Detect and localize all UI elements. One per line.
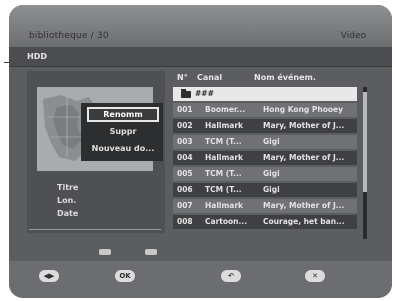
recording-event: Mary, Mother of J... bbox=[263, 121, 345, 130]
pvr-library-screen: bibliotheque / 30 Video HDD Titre Lon. D… bbox=[9, 5, 392, 298]
column-header-channel: Canal bbox=[197, 73, 223, 82]
recording-channel: Hallmark bbox=[205, 201, 244, 210]
recording-number: 005 bbox=[177, 169, 193, 178]
menu-item-new-folder[interactable]: Nouveau do... bbox=[87, 141, 159, 156]
legend-key-icon bbox=[99, 249, 111, 255]
info-date-label: Date bbox=[57, 209, 79, 218]
mode-label: Video bbox=[340, 31, 366, 41]
legend-key-icon bbox=[145, 249, 157, 255]
info-divider bbox=[29, 229, 161, 230]
recording-row[interactable]: 007 Hallmark Mary, Mother of J... bbox=[173, 199, 357, 213]
folder-name: ### bbox=[195, 89, 214, 98]
menu-item-rename[interactable]: Renomm bbox=[87, 107, 159, 122]
column-header-event: Nom événem. bbox=[254, 73, 316, 82]
recording-row[interactable]: 002 Hallmark Mary, Mother of J... bbox=[173, 119, 357, 133]
info-length-label: Lon. bbox=[57, 196, 77, 205]
window-title: bibliotheque / 30 bbox=[29, 31, 109, 41]
menu-item-delete[interactable]: Suppr bbox=[87, 124, 159, 139]
exit-button-icon: ✕ bbox=[305, 270, 325, 282]
scrollbar-thumb[interactable] bbox=[363, 92, 367, 192]
recording-event: Mary, Mother of J... bbox=[263, 153, 345, 162]
recording-channel: TCM (T... bbox=[205, 137, 242, 146]
recording-channel: Hallmark bbox=[205, 121, 244, 130]
title-bar: bibliotheque / 30 Video bbox=[9, 5, 392, 47]
folder-row[interactable]: ### bbox=[173, 87, 357, 101]
recording-event: Gigi bbox=[263, 137, 280, 146]
context-menu: Renomm Suppr Nouveau do... bbox=[81, 103, 163, 161]
recording-row[interactable]: 005 TCM (T... Gigi bbox=[173, 167, 357, 181]
recording-row[interactable]: 003 TCM (T... Gigi bbox=[173, 135, 357, 149]
info-title-label: Titre bbox=[57, 183, 79, 192]
recording-channel: TCM (T... bbox=[205, 169, 242, 178]
recording-channel: Cartoon... bbox=[205, 217, 248, 226]
recordings-list: ### 001 Boomer... Hong Kong Phooey 002 H… bbox=[173, 85, 367, 241]
button-guide-bar: ◀▶ OK ↶ ✕ bbox=[9, 261, 392, 298]
folder-icon bbox=[181, 89, 191, 98]
storage-label: HDD bbox=[27, 52, 47, 61]
recording-event: Courage, het ban... bbox=[263, 217, 345, 226]
color-key-legend bbox=[9, 245, 392, 259]
recording-event: Gigi bbox=[263, 185, 280, 194]
recording-event: Hong Kong Phooey bbox=[263, 105, 344, 114]
back-button-icon: ↶ bbox=[221, 270, 241, 282]
recording-number: 008 bbox=[177, 217, 193, 226]
recording-channel: Boomer... bbox=[205, 105, 246, 114]
recording-channel: Hallmark bbox=[205, 153, 244, 162]
recording-number: 006 bbox=[177, 185, 193, 194]
storage-bar: HDD bbox=[9, 47, 392, 67]
recording-row[interactable]: 004 Hallmark Mary, Mother of J... bbox=[173, 151, 357, 165]
recording-number: 004 bbox=[177, 153, 193, 162]
recording-row[interactable]: 006 TCM (T... Gigi bbox=[173, 183, 357, 197]
column-header-number: N° bbox=[177, 73, 188, 82]
recording-event: Gigi bbox=[263, 169, 280, 178]
recording-channel: TCM (T... bbox=[205, 185, 242, 194]
recording-event: Mary, Mother of J... bbox=[263, 201, 345, 210]
ok-button-icon: OK bbox=[115, 270, 135, 282]
navigate-button-icon: ◀▶ bbox=[39, 270, 59, 282]
recording-number: 007 bbox=[177, 201, 193, 210]
recording-row[interactable]: 001 Boomer... Hong Kong Phooey bbox=[173, 103, 357, 117]
recording-number: 001 bbox=[177, 105, 193, 114]
recording-number: 002 bbox=[177, 121, 193, 130]
recording-row[interactable]: 008 Cartoon... Courage, het ban... bbox=[173, 215, 357, 229]
recording-number: 003 bbox=[177, 137, 193, 146]
list-scrollbar[interactable] bbox=[363, 87, 367, 239]
